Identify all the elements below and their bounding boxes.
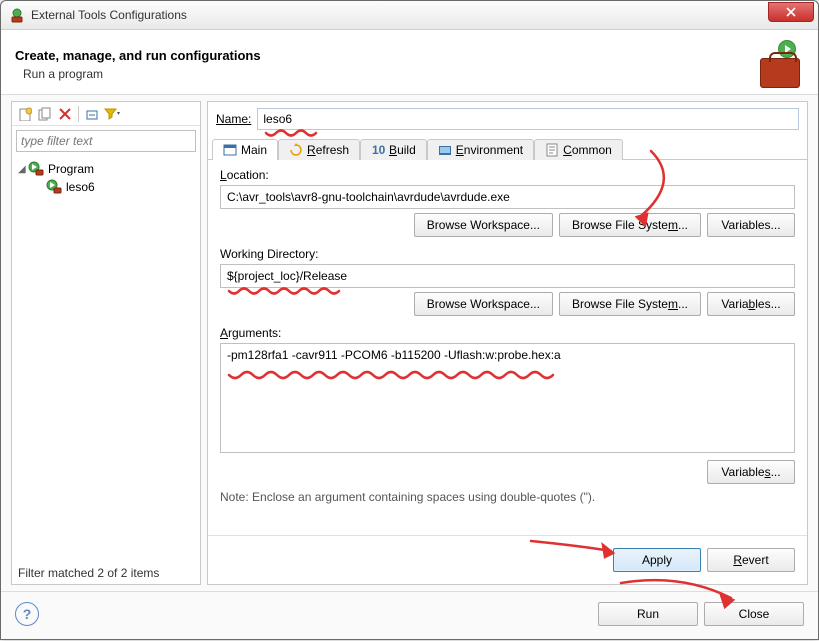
- revert-button[interactable]: Revert: [707, 548, 795, 572]
- browse-workspace-button[interactable]: Browse Workspace...: [414, 213, 553, 237]
- filter-status: Filter matched 2 of 2 items: [12, 562, 200, 584]
- titlebar[interactable]: External Tools Configurations: [1, 1, 818, 30]
- new-config-button[interactable]: [16, 105, 34, 123]
- filter-dropdown-button[interactable]: [103, 105, 121, 123]
- tab-refresh[interactable]: Refresh: [278, 139, 360, 160]
- name-label: Name:: [216, 112, 251, 126]
- filter-input[interactable]: [16, 130, 196, 152]
- variables-button[interactable]: Variables...: [707, 213, 795, 237]
- working-directory-label: Working Directory:: [220, 247, 795, 261]
- run-icon: [28, 161, 44, 177]
- browse-filesystem-button[interactable]: Browse File System...: [559, 292, 701, 316]
- window-title: External Tools Configurations: [31, 8, 768, 22]
- run-button[interactable]: Run: [598, 602, 698, 626]
- tree-label: Program: [48, 162, 94, 176]
- apply-button[interactable]: Apply: [613, 548, 701, 572]
- tab-main[interactable]: Main: [212, 139, 278, 160]
- variables-button[interactable]: Variables...: [707, 292, 795, 316]
- dialog-footer: ? Run Close: [1, 591, 818, 636]
- header-graphic: [748, 40, 800, 88]
- tab-label: Main: [241, 143, 267, 157]
- run-icon: [46, 179, 62, 195]
- tab-bar: Main Refresh 101 Build Environment Commo…: [208, 136, 807, 160]
- header-title: Create, manage, and run configurations: [15, 48, 748, 63]
- arguments-label: Arguments:: [220, 326, 795, 340]
- browse-workspace-button[interactable]: Browse Workspace...: [414, 292, 553, 316]
- build-icon: 101: [371, 143, 385, 157]
- main-tab-icon: [223, 143, 237, 157]
- environment-icon: [438, 143, 452, 157]
- location-label: Location:: [220, 168, 795, 182]
- tab-environment[interactable]: Environment: [427, 139, 534, 160]
- svg-text:101: 101: [372, 143, 385, 157]
- close-button[interactable]: Close: [704, 602, 804, 626]
- variables-button[interactable]: Variables...: [707, 460, 795, 484]
- delete-config-button[interactable]: [56, 105, 74, 123]
- duplicate-config-button[interactable]: [36, 105, 54, 123]
- tab-common[interactable]: Common: [534, 139, 623, 160]
- tab-label: Build: [389, 143, 416, 157]
- header-subtitle: Run a program: [23, 67, 748, 81]
- tab-label: Refresh: [307, 143, 349, 157]
- arguments-textarea[interactable]: -pm128rfa1 -cavr911 -PCOM6 -b115200 -Ufl…: [220, 343, 795, 453]
- tree-item-leso6[interactable]: leso6: [46, 178, 194, 196]
- help-button[interactable]: ?: [15, 602, 39, 626]
- expand-caret-icon[interactable]: ◢: [18, 164, 28, 175]
- tree-label: leso6: [66, 180, 95, 194]
- refresh-icon: [289, 143, 303, 157]
- tab-label: Common: [563, 143, 612, 157]
- config-tree[interactable]: ◢ Program leso6: [12, 156, 200, 562]
- name-input[interactable]: [257, 108, 799, 130]
- tab-label: Environment: [456, 143, 523, 157]
- working-directory-input[interactable]: [220, 264, 795, 288]
- app-icon: [9, 7, 25, 23]
- configurations-tree-pane: ◢ Program leso6 Filter matched 2 of 2 it…: [11, 101, 201, 585]
- window-close-button[interactable]: [768, 2, 814, 22]
- browse-filesystem-button[interactable]: Browse File System...: [559, 213, 701, 237]
- tree-toolbar: [12, 102, 200, 126]
- common-icon: [545, 143, 559, 157]
- location-input[interactable]: [220, 185, 795, 209]
- dialog-header: Create, manage, and run configurations R…: [1, 30, 818, 95]
- tree-item-program[interactable]: ◢ Program: [18, 160, 194, 178]
- collapse-all-button[interactable]: [83, 105, 101, 123]
- configuration-editor: Name: Main Refresh 101 Build En: [207, 101, 808, 585]
- tab-main-content: Location: Browse Workspace... Browse Fil…: [208, 160, 807, 535]
- tab-build[interactable]: 101 Build: [360, 139, 427, 160]
- arguments-note: Note: Enclose an argument containing spa…: [220, 490, 795, 504]
